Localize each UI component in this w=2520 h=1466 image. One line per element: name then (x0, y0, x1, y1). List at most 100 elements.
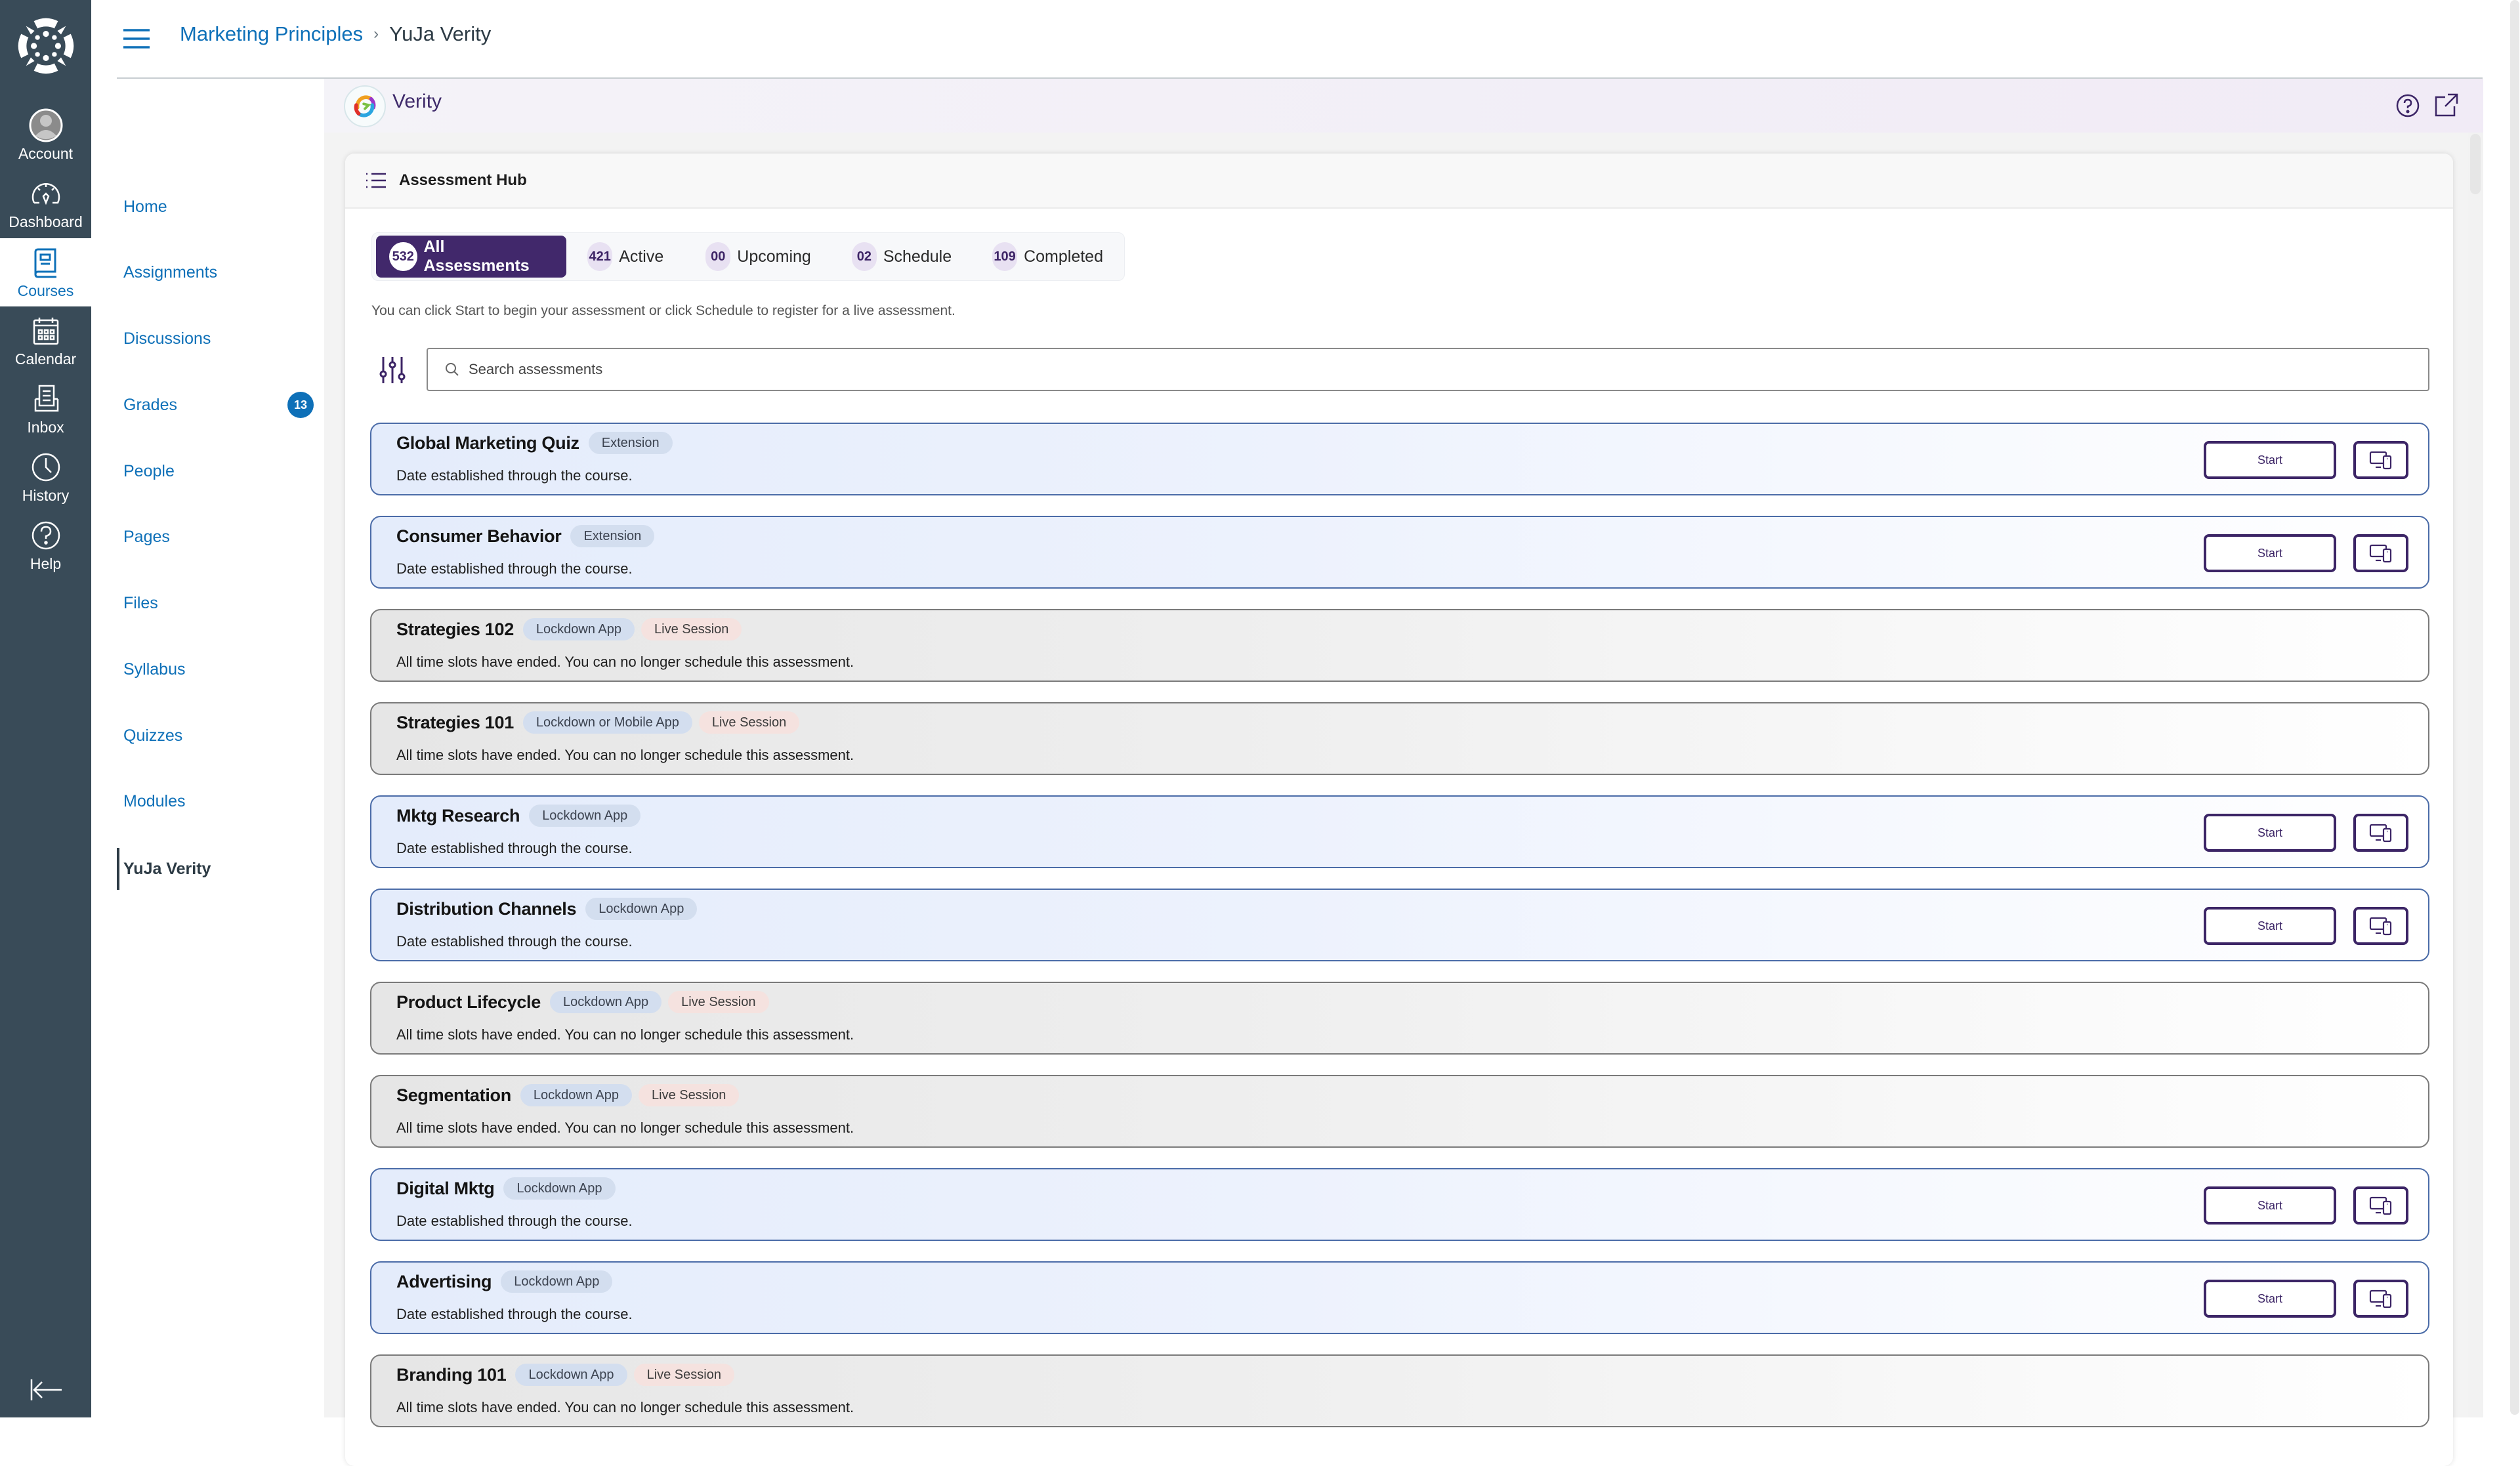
assessment-title: Digital Mktg (396, 1178, 495, 1198)
gnav-label: Courses (17, 282, 74, 299)
start-button[interactable]: Start (2204, 441, 2336, 479)
course-nav-pages[interactable]: Pages (123, 520, 314, 553)
live-session-tag: Live Session (641, 618, 742, 640)
assessment-item: Strategies 102 Lockdown App Live Session Al… (370, 609, 2429, 682)
course-nav-people[interactable]: People (123, 455, 314, 488)
tab-count: 109 (992, 242, 1018, 271)
start-button[interactable]: Start (2204, 534, 2336, 572)
gnav-account[interactable]: Account (0, 101, 91, 169)
course-nav-syllabus[interactable]: Syllabus (123, 653, 314, 686)
course-nav-label: People (123, 461, 175, 480)
assessment-title: Product Lifecycle (396, 992, 541, 1012)
devices-icon (2369, 451, 2392, 470)
assessment-title-row: Strategies 102 Lockdown App Live Session (396, 618, 748, 640)
frame-scrollbar[interactable] (2468, 133, 2483, 1417)
assessment-description: Date established through the course. (396, 840, 633, 856)
assessment-description: Date established through the course. (396, 467, 633, 484)
gnav-inbox[interactable]: Inbox (0, 375, 91, 443)
course-nav-files[interactable]: Files (123, 587, 314, 619)
hub-title: Assessment Hub (399, 171, 527, 189)
calendar-icon (33, 317, 58, 345)
device-select-button[interactable] (2353, 1186, 2408, 1225)
assessment-title-row: Branding 101 Lockdown App Live Session (396, 1364, 741, 1386)
device-select-button[interactable] (2353, 534, 2408, 572)
gnav-label: History (22, 486, 70, 504)
assessment-title: Distribution Channels (396, 898, 577, 919)
tab-count: 02 (851, 242, 877, 271)
tab-active[interactable]: 421 Active (578, 236, 673, 278)
tab-label: Active (619, 247, 664, 266)
course-nav-yuja-verity[interactable]: YuJa Verity (117, 848, 307, 890)
courses-icon (34, 248, 56, 278)
frame-scrollbar-thumb[interactable] (2470, 134, 2481, 194)
search-field[interactable] (427, 348, 2429, 391)
gnav-calendar[interactable]: Calendar (0, 306, 91, 375)
search-input[interactable] (469, 361, 2372, 378)
external-link-icon[interactable] (2433, 92, 2460, 118)
gnav-dashboard[interactable]: Dashboard (0, 169, 91, 238)
tab-upcoming[interactable]: 00 Upcoming (696, 236, 820, 278)
hamburger-menu-icon[interactable] (122, 28, 151, 50)
start-button[interactable]: Start (2204, 814, 2336, 852)
breadcrumb: Marketing Principles › YuJa Verity (180, 22, 491, 46)
course-nav-label: Pages (123, 527, 170, 546)
course-nav-label: Modules (123, 791, 186, 810)
tab-count: 421 (587, 242, 613, 271)
device-select-button[interactable] (2353, 907, 2408, 945)
assessment-title-row: Distribution Channels Lockdown App (396, 898, 704, 920)
course-nav-label: YuJa Verity (123, 859, 211, 878)
tab-label: Completed (1024, 247, 1103, 266)
gnav-courses[interactable]: Courses (0, 238, 91, 306)
breadcrumb-current: YuJa Verity (389, 22, 492, 45)
assessment-description: Date established through the course. (396, 933, 633, 950)
device-select-button[interactable] (2353, 814, 2408, 852)
help-circle-icon[interactable] (2395, 93, 2420, 118)
tab-all-assessments[interactable]: 532 All Assessments (376, 236, 567, 278)
collapse-nav-icon[interactable] (28, 1378, 64, 1402)
filter-sliders-icon[interactable] (378, 356, 407, 385)
tab-schedule[interactable]: 02 Schedule (843, 236, 961, 278)
page-scrollbar-thumb[interactable] (2510, 0, 2519, 1415)
live-session-tag: Live Session (633, 1364, 734, 1386)
mode-tag: Lockdown App (501, 1270, 613, 1293)
verity-header: Verity (324, 79, 2483, 133)
list-icon (366, 173, 386, 188)
mode-tag: Lockdown App (522, 618, 635, 640)
assessment-item: Consumer Behavior Extension Date establish… (370, 516, 2429, 589)
start-button[interactable]: Start (2204, 1280, 2336, 1318)
app-title: Verity (392, 91, 442, 112)
course-nav-modules[interactable]: Modules (123, 785, 314, 818)
tab-completed[interactable]: 109 Completed (983, 236, 1112, 278)
assessment-description: All time slots have ended. You can no lo… (396, 654, 854, 670)
help-icon (32, 521, 60, 549)
canvas-logo-icon[interactable] (16, 16, 76, 76)
gnav-history[interactable]: History (0, 443, 91, 511)
start-button[interactable]: Start (2204, 1186, 2336, 1225)
device-select-button[interactable] (2353, 441, 2408, 479)
gnav-label: Help (30, 555, 62, 572)
assessment-item: Strategies 101 Lockdown or Mobile App Live… (370, 702, 2429, 775)
course-nav-grades[interactable]: Grades 13 (123, 388, 314, 421)
gnav-label: Dashboard (9, 213, 83, 230)
assessment-description: All time slots have ended. You can no lo… (396, 1026, 854, 1043)
course-nav-label: Quizzes (123, 726, 183, 745)
mode-tag: Lockdown App (529, 805, 641, 827)
course-nav-assignments[interactable]: Assignments (123, 256, 314, 289)
assessment-description: Date established through the course. (396, 560, 633, 577)
device-select-button[interactable] (2353, 1280, 2408, 1318)
course-nav-home[interactable]: Home (123, 190, 314, 223)
course-nav-discussions[interactable]: Discussions (123, 322, 314, 355)
course-nav-quizzes[interactable]: Quizzes (123, 719, 314, 752)
grades-badge: 13 (287, 392, 314, 418)
assessment-title: Global Marketing Quiz (396, 432, 579, 453)
tab-count: 532 (389, 242, 417, 271)
assessment-item: Product Lifecycle Lockdown App Live Sessio… (370, 982, 2429, 1055)
assessment-hub-header: Assessment Hub (345, 154, 2453, 209)
assessment-description: All time slots have ended. You can no lo… (396, 747, 854, 763)
assessment-item: Advertising Lockdown App Date established … (370, 1261, 2429, 1334)
start-button[interactable]: Start (2204, 907, 2336, 945)
breadcrumb-course-link[interactable]: Marketing Principles (180, 22, 363, 46)
assessment-item: Mktg Research Lockdown App Date establishe… (370, 795, 2429, 868)
gnav-help[interactable]: Help (0, 511, 91, 579)
tab-count: 00 (705, 242, 731, 271)
